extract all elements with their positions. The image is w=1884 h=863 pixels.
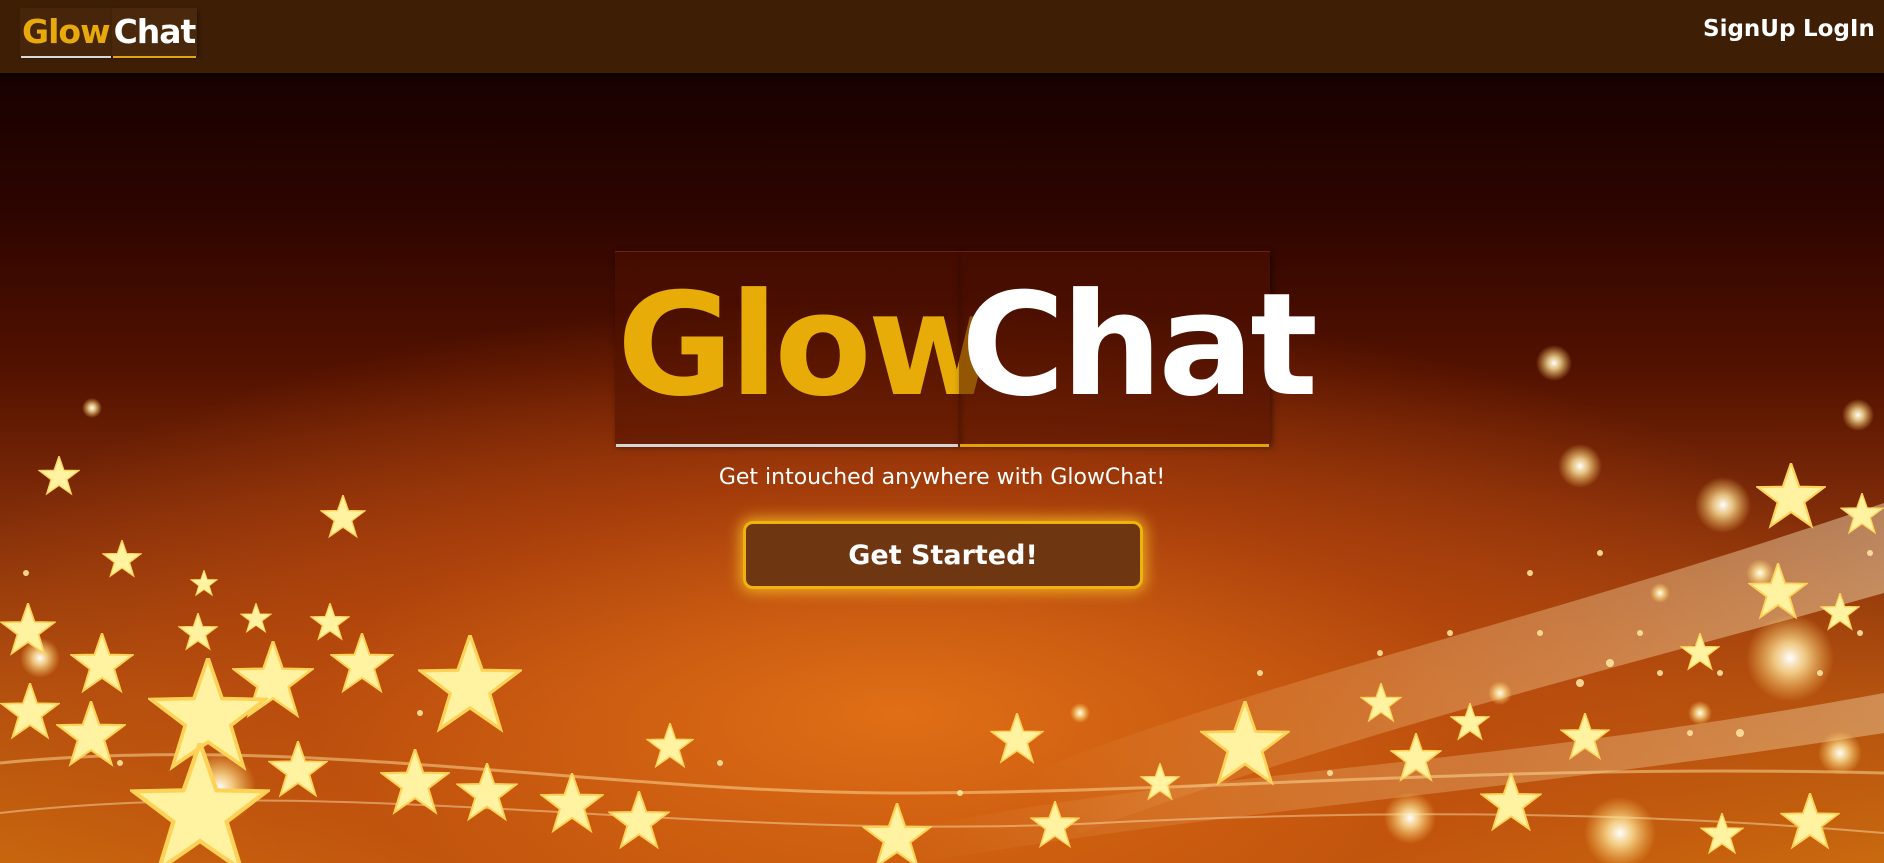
get-started-button[interactable]: Get Started!	[743, 521, 1143, 589]
hero-tagline: Get intouched anywhere with GlowChat!	[718, 465, 1166, 490]
navbar-logo-glow: Glow	[20, 8, 112, 56]
login-link[interactable]: LogIn	[1803, 16, 1875, 42]
signup-link[interactable]: SignUp	[1703, 16, 1795, 42]
hero-logo-chat: Chat	[959, 251, 1318, 444]
hero-logo: Glow Chat	[615, 251, 1318, 444]
navbar-logo-chat: Chat	[111, 8, 198, 56]
hero-section: Glow Chat Get intouched anywhere with Gl…	[0, 73, 1884, 863]
navbar-logo[interactable]: Glow Chat	[20, 8, 198, 56]
top-navbar: Glow Chat SignUp LogIn	[0, 0, 1884, 73]
hero-logo-glow: Glow	[615, 251, 999, 444]
